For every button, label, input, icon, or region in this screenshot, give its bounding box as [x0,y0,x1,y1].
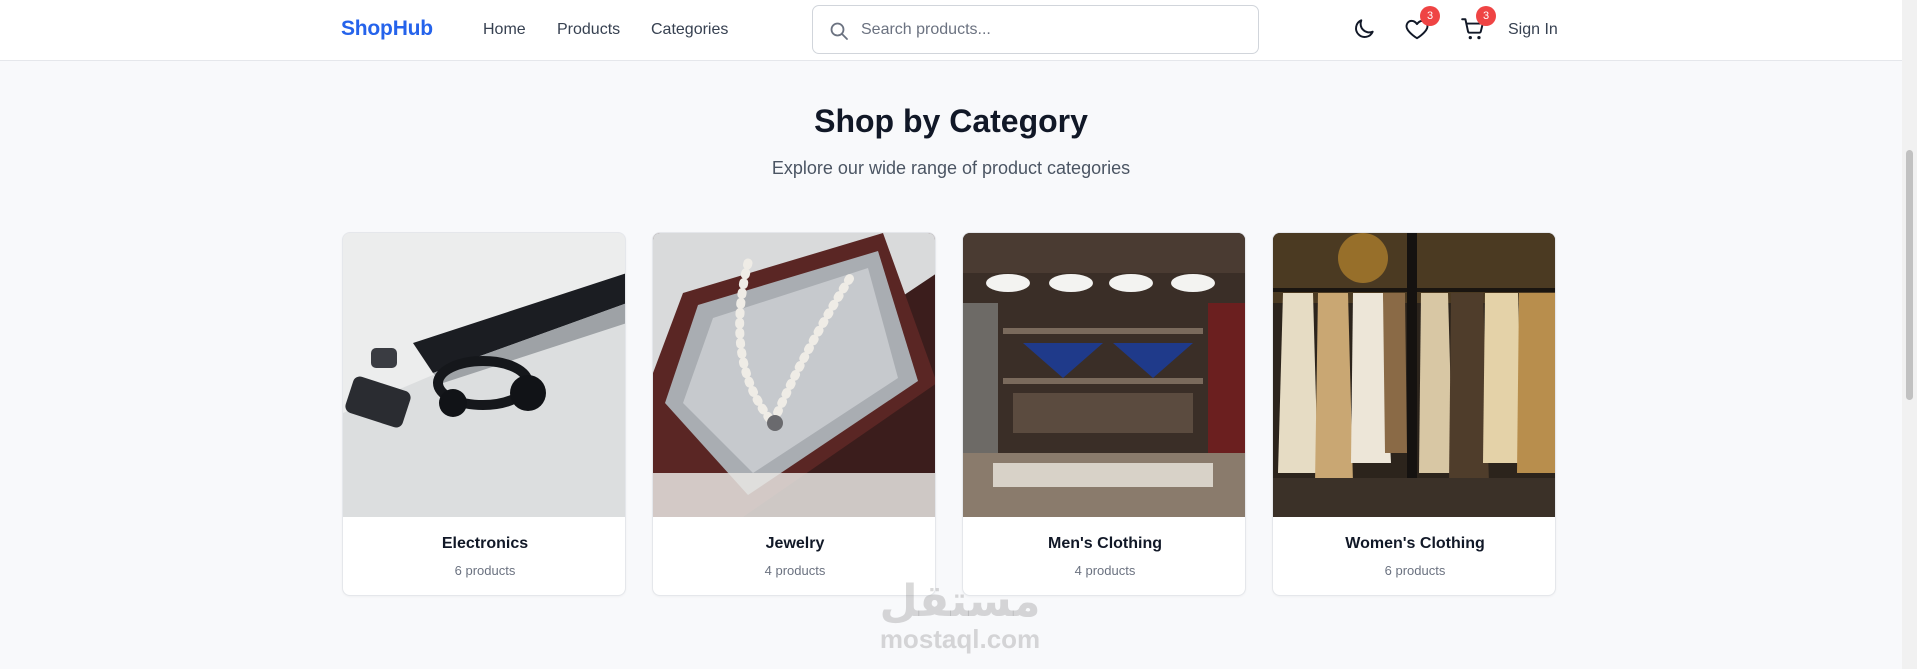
cart-count-badge: 3 [1476,6,1496,26]
watermark-arabic: مستقل [879,576,1041,627]
category-image-jewelry [653,233,935,517]
category-product-count: 6 products [454,563,516,578]
section-subtitle: Explore our wide range of product catego… [771,158,1131,178]
category-card-womens-clothing[interactable]: Women's Clothing 6 products [1272,232,1556,596]
logo[interactable]: ShopHub [341,17,433,41]
section-title: Shop by Category [814,103,1088,139]
category-image-mens-clothing [963,233,1245,517]
scrollbar-thumb[interactable] [1906,150,1913,400]
category-image-womens-clothing [1273,233,1555,517]
category-image-electronics [343,233,625,517]
category-card-jewelry[interactable]: Jewelry 4 products [652,232,936,596]
page: ShopHub Home Products Categories 3 3 Sig… [0,0,1902,669]
sign-in-link[interactable]: Sign In [1508,21,1558,39]
search-input[interactable] [861,19,1241,41]
watermark-latin: mostaql.com [879,624,1041,654]
wishlist-button[interactable]: 3 [1404,6,1440,42]
category-card-mens-clothing[interactable]: Men's Clothing 4 products [962,232,1246,596]
search-icon [829,21,849,41]
nav-link-categories[interactable]: Categories [651,21,728,39]
moon-icon [1355,19,1374,38]
category-product-count: 6 products [1384,563,1446,578]
watermark: مستقل mostaql.com [870,576,1050,655]
category-name: Jewelry [765,535,825,552]
wishlist-count-badge: 3 [1420,6,1440,26]
category-name: Electronics [441,535,529,552]
search-box [812,5,1259,54]
navbar: ShopHub Home Products Categories 3 3 Sig… [0,0,1902,61]
category-name: Men's Clothing [1047,535,1162,552]
nav-link-home[interactable]: Home [483,21,526,39]
cart-button[interactable]: 3 [1460,6,1496,42]
category-card-electronics[interactable]: Electronics 6 products [342,232,626,596]
page-scrollbar[interactable] [1902,0,1917,669]
nav-link-products[interactable]: Products [557,21,620,39]
category-name: Women's Clothing [1345,535,1485,552]
theme-toggle-button[interactable] [1351,16,1377,42]
